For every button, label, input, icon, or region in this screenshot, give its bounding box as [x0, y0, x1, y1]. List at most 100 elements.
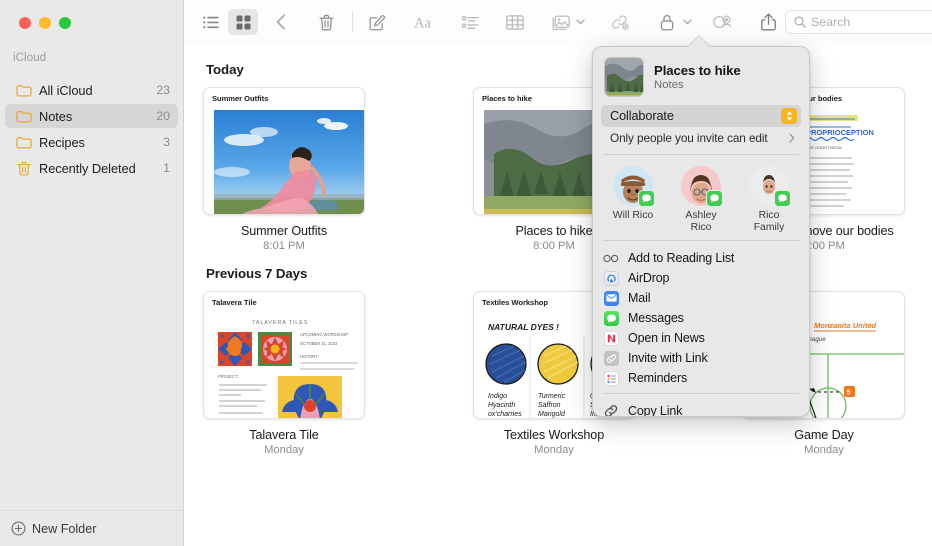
collaborate-button[interactable]	[708, 9, 738, 35]
notes-grid: Today Summer Outfits	[184, 44, 932, 546]
close-window-button[interactable]	[19, 17, 31, 29]
participant-name: Ashley Rico	[685, 210, 716, 233]
sidebar-item-recipes[interactable]: Recipes 3	[5, 130, 178, 154]
popover-note-thumbnail	[604, 57, 644, 97]
participants-list: Will Rico	[593, 160, 809, 235]
svg-text:Hyacinth: Hyacinth	[488, 402, 515, 409]
menu-item-label: Add to Reading List	[628, 251, 734, 265]
sidebar-item-count: 1	[163, 161, 170, 175]
sidebar-item-count: 3	[163, 135, 170, 149]
menu-item-label: Open in News	[628, 331, 705, 345]
menu-divider	[603, 393, 799, 394]
plus-circle-icon	[11, 521, 26, 536]
share-popover: Places to hike Notes Collaborate Only pe…	[592, 46, 810, 417]
checklist-button[interactable]	[455, 9, 485, 35]
folder-icon	[15, 108, 32, 124]
sidebar: iCloud All iCloud 23 Notes 20	[0, 0, 184, 546]
popover-header-text: Places to hike Notes	[654, 63, 741, 91]
participant-will-rico[interactable]: Will Rico	[599, 166, 667, 233]
avatar[interactable]	[681, 166, 721, 206]
svg-text:PROPRIOCEPTION: PROPRIOCEPTION	[806, 128, 874, 137]
format-button[interactable]: Aa	[410, 9, 440, 35]
share-menu-group-2: Copy Link Edit Extensions…	[593, 399, 809, 417]
gallery-view-button[interactable]	[228, 9, 258, 35]
menu-item-copy-link[interactable]: Copy Link	[593, 401, 809, 417]
list-view-button[interactable]	[196, 9, 226, 35]
reminders-icon	[603, 370, 619, 386]
svg-text:Indigo: Indigo	[488, 393, 507, 400]
menu-item-reminders[interactable]: Reminders	[593, 368, 809, 388]
sidebar-item-label: Recently Deleted	[39, 161, 163, 176]
svg-text:Turmeric: Turmeric	[538, 393, 566, 400]
sidebar-item-recently-deleted[interactable]: Recently Deleted 1	[5, 156, 178, 180]
menu-item-label: Mail	[628, 291, 650, 305]
link-button[interactable]	[604, 9, 634, 35]
notes-app-window: iCloud All iCloud 23 Notes 20	[0, 0, 932, 546]
note-card-summer-outfits[interactable]: Summer Outfits	[203, 87, 365, 252]
section-heading-previous-7-days: Previous 7 Days	[206, 266, 932, 281]
lock-button[interactable]	[652, 9, 682, 35]
menu-item-airdrop[interactable]: AirDrop	[593, 268, 809, 288]
notes-row-today: Summer Outfits	[203, 87, 932, 252]
share-menu-group-1: Add to Reading List AirDrop Mail	[593, 246, 809, 388]
menu-item-add-to-reading-list[interactable]: Add to Reading List	[593, 248, 809, 268]
copy-link-icon	[603, 403, 619, 417]
popover-title: Places to hike	[654, 63, 741, 78]
note-card-talavera-tile[interactable]: Talavera Tile TALAVERA TILES	[203, 291, 365, 456]
search-icon	[794, 16, 806, 28]
svg-text:UPCOMING WORKSHOP:: UPCOMING WORKSHOP:	[300, 332, 349, 337]
mail-icon	[603, 290, 619, 306]
collaborate-dropdown[interactable]: Collaborate	[601, 105, 801, 127]
collaborate-stepper-icon[interactable]	[781, 108, 797, 124]
minimize-window-button[interactable]	[39, 17, 51, 29]
participant-name: Will Rico	[613, 210, 653, 222]
folder-icon	[15, 134, 32, 150]
sidebar-folder-list: All iCloud 23 Notes 20 Recipes 3	[5, 78, 178, 182]
popover-divider	[603, 240, 799, 241]
menu-item-invite-with-link[interactable]: Invite with Link	[593, 348, 809, 368]
airdrop-icon	[603, 270, 619, 286]
sidebar-item-label: Recipes	[39, 135, 163, 150]
sidebar-item-all-icloud[interactable]: All iCloud 23	[5, 78, 178, 102]
permission-label: Only people you invite can edit	[610, 131, 789, 145]
note-date: Monday	[203, 444, 365, 456]
menu-item-label: Invite with Link	[628, 351, 708, 365]
note-title: Game Day	[743, 428, 905, 442]
media-button[interactable]	[545, 9, 575, 35]
sidebar-item-notes[interactable]: Notes 20	[5, 104, 178, 128]
svg-text:▪ DE CHOOTHESIA: ▪ DE CHOOTHESIA	[806, 145, 842, 150]
zoom-window-button[interactable]	[59, 17, 71, 29]
menu-item-label: Copy Link	[628, 404, 682, 417]
compose-note-button[interactable]	[362, 9, 392, 35]
note-date: 8:01 PM	[203, 240, 365, 252]
lock-chevron-down-icon[interactable]	[681, 19, 693, 25]
note-title: Textiles Workshop	[473, 428, 635, 442]
participant-rico-family[interactable]: Rico Family	[735, 166, 803, 233]
popover-arrow	[688, 36, 710, 47]
permission-row[interactable]: Only people you invite can edit	[601, 127, 801, 149]
participant-name: Rico Family	[754, 210, 785, 233]
sidebar-item-label: Notes	[39, 109, 156, 124]
share-button[interactable]	[753, 9, 783, 35]
note-title: Talavera Tile	[203, 428, 365, 442]
note-thumbnail[interactable]: Summer Outfits	[203, 87, 365, 215]
media-chevron-down-icon[interactable]	[574, 19, 586, 25]
menu-item-mail[interactable]: Mail	[593, 288, 809, 308]
chevron-right-icon[interactable]	[789, 133, 795, 143]
svg-text:Marigold: Marigold	[538, 411, 566, 418]
search-input[interactable]: Search	[785, 10, 932, 34]
note-thumbnail[interactable]: Talavera Tile TALAVERA TILES	[203, 291, 365, 419]
avatar[interactable]	[749, 166, 789, 206]
table-button[interactable]	[500, 9, 530, 35]
participant-ashley-rico[interactable]: Ashley Rico	[667, 166, 735, 233]
menu-item-label: Messages	[628, 311, 684, 325]
new-folder-button[interactable]: New Folder	[0, 510, 183, 546]
back-button[interactable]	[266, 9, 296, 35]
menu-item-messages[interactable]: Messages	[593, 308, 809, 328]
delete-note-button[interactable]	[311, 9, 341, 35]
avatar[interactable]	[613, 166, 653, 206]
svg-text:ox'charries: ox'charries	[488, 411, 522, 418]
sidebar-item-label: All iCloud	[39, 83, 156, 98]
svg-text:5: 5	[847, 390, 851, 397]
menu-item-open-in-news[interactable]: Open in News	[593, 328, 809, 348]
